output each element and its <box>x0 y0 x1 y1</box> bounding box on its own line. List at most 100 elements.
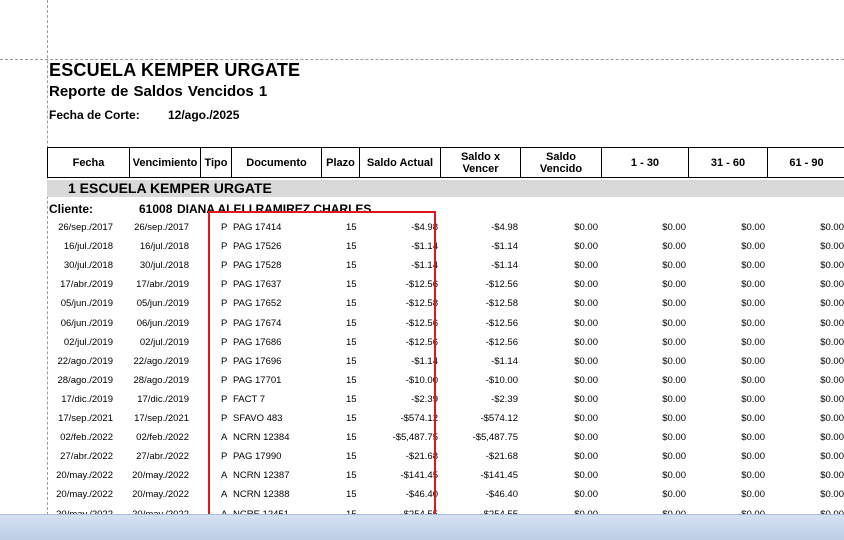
col-header-saldo-vencido: Saldo Vencido <box>520 147 601 178</box>
cell-saldo-x-vencer: -$12.56 <box>485 317 518 329</box>
cell-fecha: 17/dic./2019 <box>61 393 113 405</box>
cell-61-90: $0.00 <box>820 241 844 253</box>
cell-61-90: $0.00 <box>820 432 844 444</box>
cell-31-60: $0.00 <box>741 413 765 424</box>
cell-1-30: $0.00 <box>662 279 686 291</box>
cell-saldo-x-vencer: -$5,487.75 <box>472 432 518 444</box>
cell-61-90: $0.00 <box>820 489 844 501</box>
cell-fecha: 17/sep./2021 <box>58 413 113 424</box>
report-subtitle: Reporte de Saldos Vencidos 1 <box>49 83 268 100</box>
cell-31-60: $0.00 <box>741 432 765 444</box>
cell-saldo-vencido: $0.00 <box>574 413 598 424</box>
highlight-box <box>208 211 436 527</box>
cell-fecha: 27/abr./2022 <box>60 451 113 463</box>
cell-fecha: 16/jul./2018 <box>63 241 113 253</box>
cell-vencimiento: 30/jul./2018 <box>139 260 189 272</box>
cell-fecha: 30/jul./2018 <box>63 260 113 272</box>
cell-vencimiento: 27/abr./2022 <box>136 451 189 463</box>
cell-fecha: 20/may./2022 <box>56 489 113 501</box>
cell-saldo-vencido: $0.00 <box>574 298 598 310</box>
cell-61-90: $0.00 <box>820 413 844 424</box>
col-header-31-60: 31 - 60 <box>688 147 767 178</box>
cell-vencimiento: 02/feb./2022 <box>136 432 189 444</box>
cell-vencimiento: 20/may./2022 <box>132 470 189 482</box>
cell-31-60: $0.00 <box>741 222 765 233</box>
col-header-saldo-vencido-text: Saldo Vencido <box>539 150 583 175</box>
cell-saldo-vencido: $0.00 <box>574 393 598 405</box>
cell-31-60: $0.00 <box>741 374 765 386</box>
cell-saldo-x-vencer: -$141.45 <box>480 470 518 482</box>
col-header-documento: Documento <box>231 147 321 178</box>
cell-saldo-vencido: $0.00 <box>574 260 598 272</box>
cell-fecha: 20/may./2022 <box>56 470 113 482</box>
cell-1-30: $0.00 <box>662 489 686 501</box>
cell-61-90: $0.00 <box>820 279 844 291</box>
col-header-saldo-actual: Saldo Actual <box>359 147 440 178</box>
cell-fecha: 06/jun./2019 <box>60 317 113 329</box>
col-header-61-90: 61 - 90 <box>767 147 844 178</box>
cell-saldo-vencido: $0.00 <box>574 470 598 482</box>
cell-31-60: $0.00 <box>741 279 765 291</box>
col-header-vencimiento: Vencimiento <box>129 147 200 178</box>
col-header-saldo-x-vencer: Saldo x Vencer <box>440 147 520 178</box>
cell-vencimiento: 05/jun./2019 <box>136 298 189 310</box>
cell-61-90: $0.00 <box>820 317 844 329</box>
cell-vencimiento: 28/ago./2019 <box>133 374 189 386</box>
cell-1-30: $0.00 <box>662 451 686 463</box>
cell-1-30: $0.00 <box>662 470 686 482</box>
cell-61-90: $0.00 <box>820 298 844 310</box>
cell-61-90: $0.00 <box>820 260 844 272</box>
cell-saldo-vencido: $0.00 <box>574 279 598 291</box>
taskbar <box>0 514 844 540</box>
cell-saldo-x-vencer: -$4.98 <box>491 222 518 233</box>
group-label: 1 ESCUELA KEMPER URGATE <box>68 180 272 196</box>
cell-31-60: $0.00 <box>741 489 765 501</box>
cell-31-60: $0.00 <box>741 317 765 329</box>
cell-vencimiento: 06/jun./2019 <box>136 317 189 329</box>
cell-saldo-x-vencer: -$12.58 <box>485 298 518 310</box>
cell-saldo-x-vencer: -$574.12 <box>480 413 518 424</box>
cell-saldo-vencido: $0.00 <box>574 222 598 233</box>
cell-vencimiento: 20/may./2022 <box>132 489 189 501</box>
cell-saldo-vencido: $0.00 <box>574 336 598 348</box>
cell-1-30: $0.00 <box>662 374 686 386</box>
cell-saldo-x-vencer: -$1.14 <box>491 355 518 367</box>
cell-fecha: 05/jun./2019 <box>60 298 113 310</box>
client-label: Cliente: <box>49 202 94 216</box>
cell-31-60: $0.00 <box>741 393 765 405</box>
cell-1-30: $0.00 <box>662 298 686 310</box>
cell-saldo-vencido: $0.00 <box>574 355 598 367</box>
cell-saldo-vencido: $0.00 <box>574 374 598 386</box>
cell-1-30: $0.00 <box>662 260 686 272</box>
cell-saldo-vencido: $0.00 <box>574 432 598 444</box>
col-header-saldo-x-vencer-text: Saldo x Vencer <box>460 150 501 175</box>
cell-vencimiento: 02/jul./2019 <box>139 336 189 348</box>
cell-fecha: 22/ago./2019 <box>57 355 113 367</box>
cell-61-90: $0.00 <box>820 393 844 405</box>
col-header-1-30: 1 - 30 <box>601 147 688 178</box>
report-title: ESCUELA KEMPER URGATE <box>49 60 301 80</box>
cell-saldo-x-vencer: -$21.68 <box>485 451 518 463</box>
cell-saldo-x-vencer: -$12.56 <box>485 336 518 348</box>
cell-31-60: $0.00 <box>741 355 765 367</box>
cell-31-60: $0.00 <box>741 451 765 463</box>
cell-1-30: $0.00 <box>662 336 686 348</box>
cell-61-90: $0.00 <box>820 355 844 367</box>
cell-61-90: $0.00 <box>820 451 844 463</box>
cell-31-60: $0.00 <box>741 298 765 310</box>
cell-1-30: $0.00 <box>662 413 686 424</box>
cell-fecha: 17/abr./2019 <box>60 279 113 291</box>
client-number: 61008 <box>139 202 173 216</box>
cell-saldo-x-vencer: -$12.56 <box>485 279 518 291</box>
cell-saldo-x-vencer: -$1.14 <box>491 260 518 272</box>
cell-vencimiento: 26/sep./2017 <box>134 222 189 233</box>
cell-1-30: $0.00 <box>662 393 686 405</box>
cell-1-30: $0.00 <box>662 317 686 329</box>
cell-vencimiento: 17/sep./2021 <box>134 413 189 424</box>
cell-fecha: 28/ago./2019 <box>57 374 113 386</box>
cutoff-label: Fecha de Corte: <box>49 108 140 122</box>
cell-61-90: $0.00 <box>820 470 844 482</box>
cell-31-60: $0.00 <box>741 260 765 272</box>
cell-vencimiento: 22/ago./2019 <box>133 355 189 367</box>
cell-1-30: $0.00 <box>662 355 686 367</box>
